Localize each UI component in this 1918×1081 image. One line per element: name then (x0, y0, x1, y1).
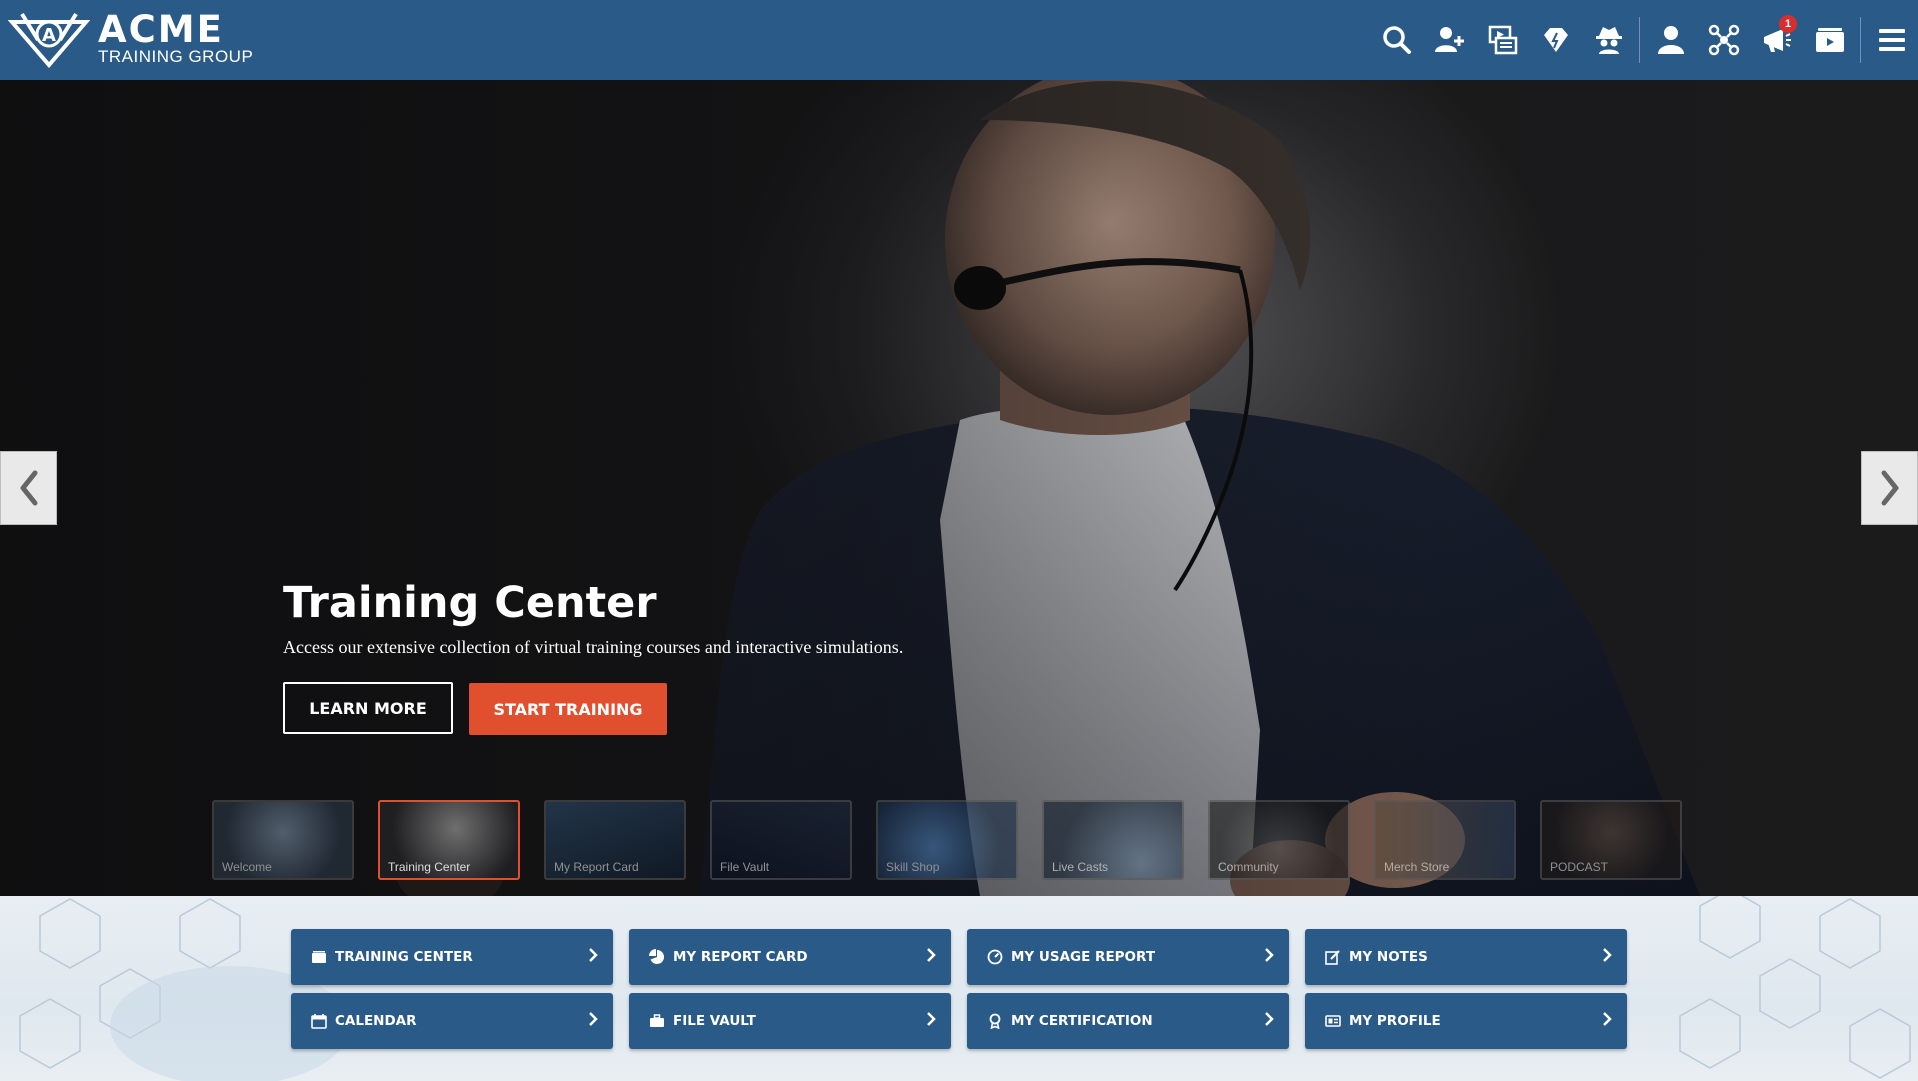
calendar-icon (311, 1014, 327, 1029)
chevron-right-icon (1265, 947, 1274, 962)
profile-icon (1657, 26, 1684, 54)
search-button[interactable] (1370, 0, 1423, 80)
quick-link-file-vault[interactable]: FILE VAULT (629, 993, 951, 1049)
next-slide-button[interactable] (1861, 451, 1918, 525)
header-divider (1860, 17, 1861, 63)
quick-link-calendar[interactable]: CALENDAR (291, 993, 613, 1049)
thumbnail-label: Welcome (222, 860, 272, 874)
wallet-icon (312, 951, 326, 963)
acme-logo-icon: A (8, 12, 90, 68)
thumbnail-live-casts[interactable]: Live Casts (1042, 800, 1184, 880)
chevron-right-icon (1265, 1011, 1274, 1026)
hero-overlay (0, 80, 1918, 896)
edit-icon (1325, 950, 1340, 965)
learn-more-button[interactable]: LEARN MORE (283, 682, 453, 734)
chevron-right-icon (1603, 947, 1612, 962)
wallet-button[interactable] (1803, 0, 1856, 80)
quick-links-grid: TRAINING CENTER MY REPORT CARD MY USAGE … (291, 929, 1627, 1049)
spy-button[interactable] (1582, 0, 1635, 80)
thumbnail-my-report-card[interactable]: My Report Card (544, 800, 686, 880)
quick-links-section: TRAINING CENTER MY REPORT CARD MY USAGE … (0, 896, 1918, 1081)
hero-title: Training Center (283, 578, 657, 628)
id-card-icon (1325, 1015, 1341, 1027)
logo-mark-letter: A (42, 25, 56, 46)
quick-link-my-notes[interactable]: MY NOTES (1305, 929, 1627, 985)
thumbnail-label: Training Center (388, 860, 471, 874)
thumbnail-label: Community (1218, 860, 1279, 874)
thumbnail-label: File Vault (720, 860, 770, 874)
quick-link-label: MY PROFILE (1349, 1013, 1441, 1029)
thumbnail-welcome[interactable]: Welcome (212, 800, 354, 880)
add-user-icon (1434, 27, 1464, 52)
quick-link-my-usage-report[interactable]: MY USAGE REPORT (967, 929, 1289, 985)
brand-title: ACME (98, 8, 224, 51)
thumbnail-skill-shop[interactable]: Skill Shop (876, 800, 1018, 880)
logo[interactable]: A ACME TRAINING GROUP (8, 10, 253, 68)
quick-link-label: CALENDAR (335, 1013, 417, 1029)
quick-link-my-profile[interactable]: MY PROFILE (1305, 993, 1627, 1049)
network-icon (1708, 24, 1739, 56)
chevron-right-icon (1603, 1011, 1612, 1026)
thumbnail-podcast[interactable]: PODCAST (1540, 800, 1682, 880)
quick-link-label: MY CERTIFICATION (1011, 1013, 1153, 1029)
slide-thumbnails: Welcome Training Center My Report Card F… (212, 800, 1682, 880)
search-icon (1382, 26, 1411, 54)
chevron-right-icon (927, 1011, 936, 1026)
spy-icon (1595, 27, 1622, 54)
quick-link-label: TRAINING CENTER (335, 949, 473, 965)
thumbnail-label: PODCAST (1550, 860, 1609, 874)
quick-link-label: MY USAGE REPORT (1011, 949, 1156, 965)
notification-badge: 1 (1779, 15, 1797, 33)
thumbnail-community[interactable]: Community (1208, 800, 1350, 880)
add-user-button[interactable] (1423, 0, 1476, 80)
media-icon (1488, 25, 1517, 55)
quick-link-training-center[interactable]: TRAINING CENTER (291, 929, 613, 985)
network-button[interactable] (1697, 0, 1750, 80)
quick-link-my-certification[interactable]: MY CERTIFICATION (967, 993, 1289, 1049)
chevron-right-icon (927, 947, 936, 962)
diamond-icon (1543, 28, 1568, 52)
wallet-icon (1815, 28, 1844, 52)
award-icon (989, 1013, 1001, 1029)
thumbnail-file-vault[interactable]: File Vault (710, 800, 852, 880)
hero-description: Access our extensive collection of virtu… (283, 637, 904, 657)
thumbnail-label: My Report Card (554, 860, 639, 874)
menu-icon (1878, 29, 1905, 51)
chevron-right-icon (589, 1011, 598, 1026)
quick-link-my-report-card[interactable]: MY REPORT CARD (629, 929, 951, 985)
chevron-right-icon (589, 947, 598, 962)
quick-link-label: FILE VAULT (673, 1013, 756, 1029)
previous-slide-button[interactable] (0, 451, 57, 525)
thumbnail-merch-store[interactable]: Merch Store (1374, 800, 1516, 880)
thumbnail-training-center[interactable]: Training Center (378, 800, 520, 880)
menu-button[interactable] (1865, 0, 1918, 80)
announcements-button[interactable]: 1 (1750, 0, 1803, 80)
diamond-button[interactable] (1529, 0, 1582, 80)
top-navigation-bar: A ACME TRAINING GROUP 1 (0, 0, 1918, 80)
gauge-icon (987, 949, 1003, 965)
chevron-left-icon (20, 470, 37, 506)
hero-slider: Training Center Access our extensive col… (0, 80, 1918, 896)
start-training-button[interactable]: START TRAINING (469, 683, 667, 735)
header-icon-group: 1 (1370, 0, 1918, 80)
thumbnail-label: Merch Store (1384, 860, 1450, 874)
quick-link-label: MY REPORT CARD (673, 949, 808, 965)
quick-link-label: MY NOTES (1349, 949, 1428, 965)
briefcase-icon (650, 1014, 664, 1027)
chevron-right-icon (1881, 470, 1898, 506)
header-divider (1639, 17, 1640, 63)
profile-button[interactable] (1644, 0, 1697, 80)
media-button[interactable] (1476, 0, 1529, 80)
thumbnail-label: Skill Shop (886, 860, 940, 874)
pie-chart-icon (649, 949, 665, 964)
brand-subtitle: TRAINING GROUP (98, 47, 254, 66)
thumbnail-label: Live Casts (1052, 860, 1109, 874)
